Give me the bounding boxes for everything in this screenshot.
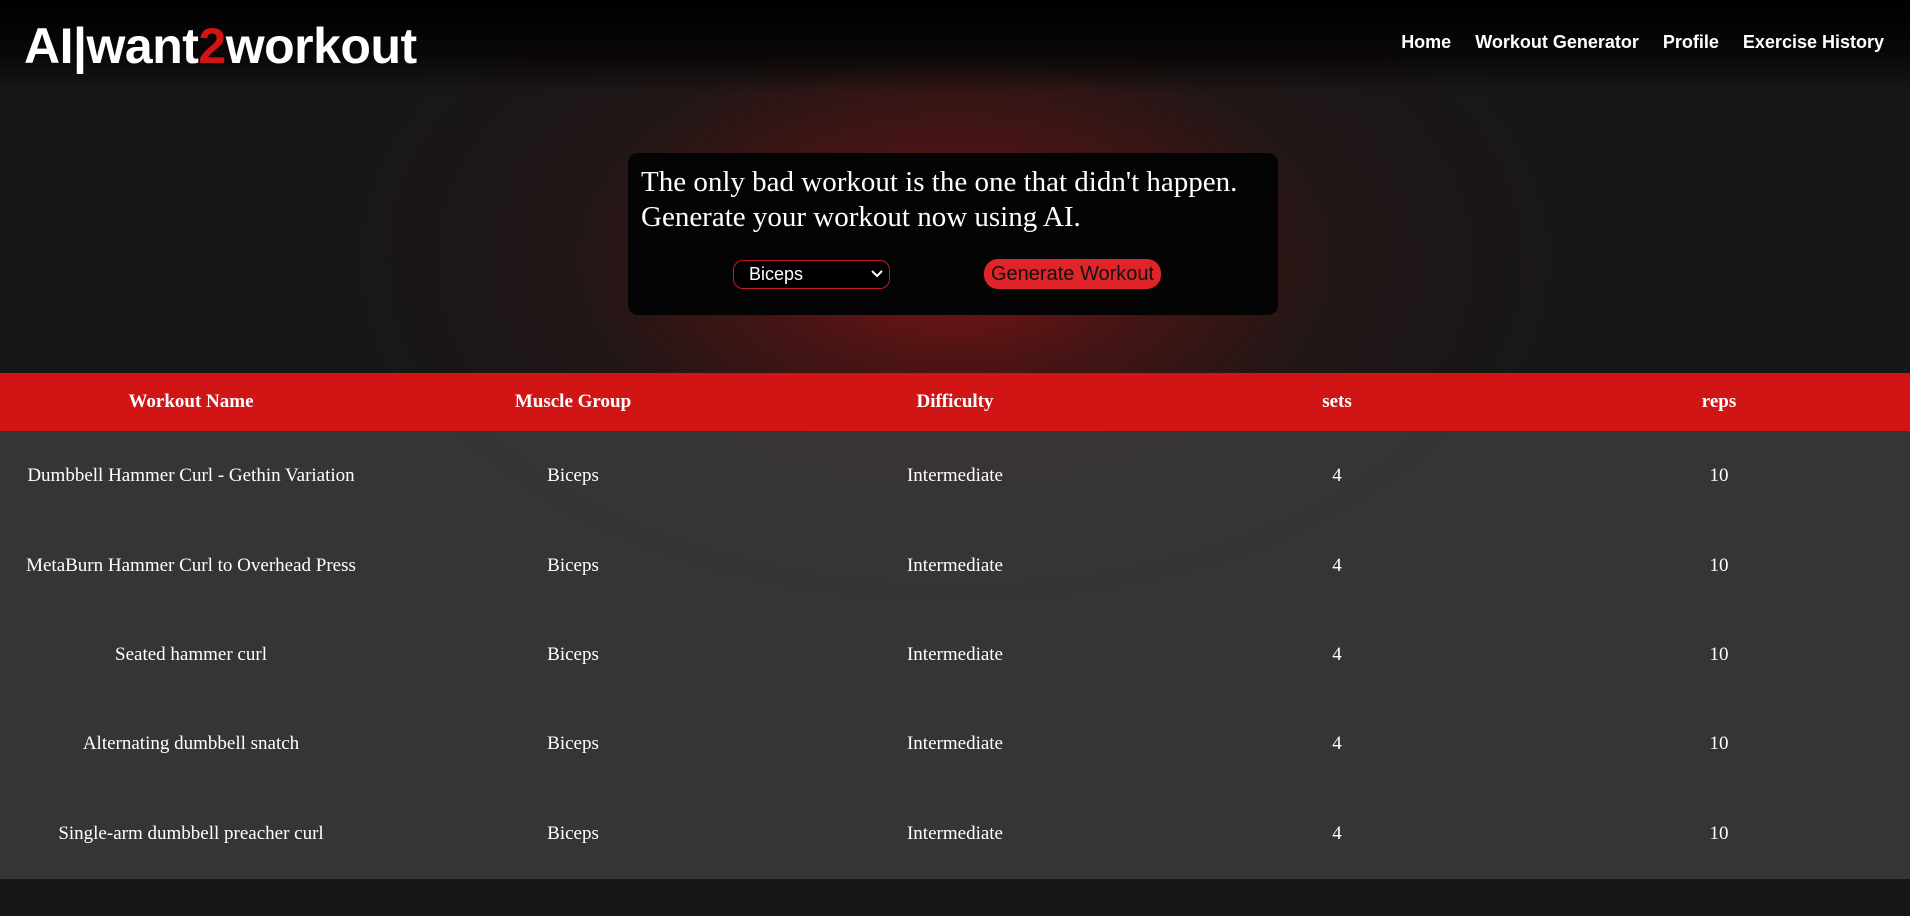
tagline-line-1: The only bad workout is the one that did…: [641, 166, 1238, 198]
table-row: MetaBurn Hammer Curl to Overhead Press B…: [0, 521, 1910, 610]
cell-workout-name: Single-arm dumbbell preacher curl: [0, 788, 382, 879]
table-row: Alternating dumbbell snatch Biceps Inter…: [0, 699, 1910, 788]
nav-home-link[interactable]: Home: [1401, 32, 1451, 53]
workout-table-head: Workout Name Muscle Group Difficulty set…: [0, 373, 1910, 431]
nav-profile-link[interactable]: Profile: [1663, 32, 1719, 53]
header-difficulty: Difficulty: [764, 373, 1146, 431]
header-sets: sets: [1146, 373, 1528, 431]
main-nav: Home Workout Generator Profile Exercise …: [1401, 32, 1884, 53]
logo-text-workout: workout: [225, 18, 417, 74]
cell-reps: 10: [1528, 431, 1910, 521]
table-row: Single-arm dumbbell preacher curl Biceps…: [0, 788, 1910, 879]
tagline: The only bad workout is the one that did…: [641, 165, 1266, 235]
header-muscle-group: Muscle Group: [382, 373, 764, 431]
table-header-row: Workout Name Muscle Group Difficulty set…: [0, 373, 1910, 431]
cell-muscle-group: Biceps: [382, 431, 764, 521]
cell-difficulty: Intermediate: [764, 431, 1146, 521]
cell-muscle-group: Biceps: [382, 521, 764, 610]
cell-workout-name: Alternating dumbbell snatch: [0, 699, 382, 788]
header-workout-name: Workout Name: [0, 373, 382, 431]
cell-sets: 4: [1146, 699, 1528, 788]
cell-sets: 4: [1146, 610, 1528, 699]
cell-difficulty: Intermediate: [764, 699, 1146, 788]
cell-workout-name: MetaBurn Hammer Curl to Overhead Press: [0, 521, 382, 610]
cell-sets: 4: [1146, 431, 1528, 521]
cell-difficulty: Intermediate: [764, 521, 1146, 610]
generate-workout-button[interactable]: Generate Workout: [984, 259, 1162, 289]
cell-sets: 4: [1146, 788, 1528, 879]
table-row: Dumbbell Hammer Curl - Gethin Variation …: [0, 431, 1910, 521]
nav-workout-generator-link[interactable]: Workout Generator: [1475, 32, 1639, 53]
cell-reps: 10: [1528, 788, 1910, 879]
cell-workout-name: Seated hammer curl: [0, 610, 382, 699]
cell-difficulty: Intermediate: [764, 610, 1146, 699]
cell-reps: 10: [1528, 610, 1910, 699]
generator-controls: Biceps Generate Workout: [733, 259, 1162, 289]
cell-workout-name: Dumbbell Hammer Curl - Gethin Variation: [0, 431, 382, 521]
site-logo[interactable]: AI|want2workout: [24, 14, 417, 78]
workout-table-body: Dumbbell Hammer Curl - Gethin Variation …: [0, 431, 1910, 879]
top-navbar: AI|want2workout Home Workout Generator P…: [0, 0, 1910, 92]
cell-muscle-group: Biceps: [382, 610, 764, 699]
logo-text-accent: 2: [198, 18, 226, 74]
tagline-line-2: Generate your workout now using AI.: [641, 201, 1081, 233]
cell-muscle-group: Biceps: [382, 788, 764, 879]
table-row: Seated hammer curl Biceps Intermediate 4…: [0, 610, 1910, 699]
cell-reps: 10: [1528, 699, 1910, 788]
header-reps: reps: [1528, 373, 1910, 431]
muscle-group-select[interactable]: Biceps: [733, 259, 890, 289]
nav-exercise-history-link[interactable]: Exercise History: [1743, 32, 1884, 53]
muscle-group-select-value: Biceps: [749, 263, 804, 284]
cell-difficulty: Intermediate: [764, 788, 1146, 879]
workout-generator-card: The only bad workout is the one that did…: [628, 153, 1278, 315]
cell-sets: 4: [1146, 521, 1528, 610]
chevron-down-icon: [871, 270, 883, 278]
cell-muscle-group: Biceps: [382, 699, 764, 788]
cell-reps: 10: [1528, 521, 1910, 610]
logo-text-ai-want: AI|want: [24, 18, 199, 74]
workout-table: Workout Name Muscle Group Difficulty set…: [0, 373, 1910, 879]
